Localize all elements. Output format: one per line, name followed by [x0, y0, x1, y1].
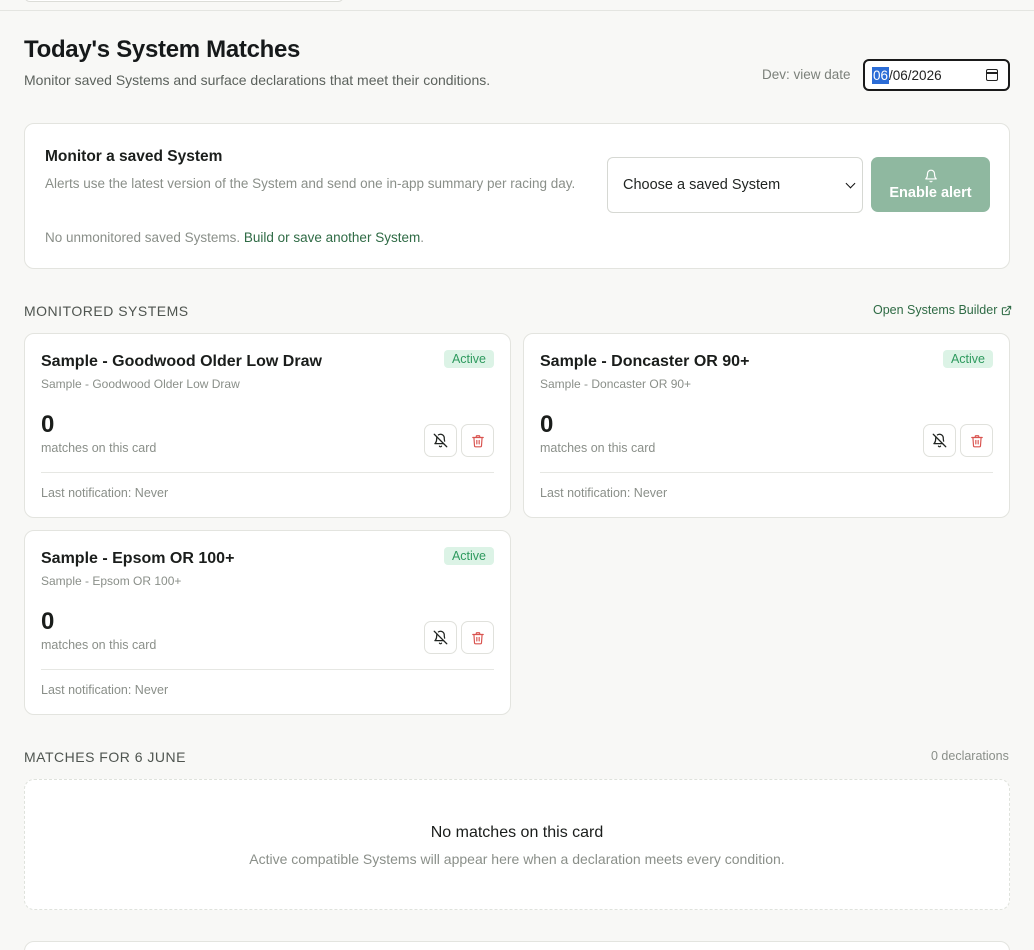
view-date-input[interactable]: 06/06/2026: [863, 59, 1010, 91]
monitor-title: Monitor a saved System: [45, 148, 223, 165]
delete-system-button[interactable]: [461, 424, 494, 457]
monitor-description: Alerts use the latest version of the Sys…: [45, 176, 576, 191]
dev-view-date-label: Dev: view date: [762, 67, 851, 82]
match-count-label: matches on this card: [41, 441, 157, 455]
disable-alert-button[interactable]: [424, 621, 457, 654]
date-day-segment[interactable]: 06: [872, 66, 890, 84]
trash-icon: [471, 631, 484, 644]
open-systems-builder-label: Open Systems Builder: [873, 303, 998, 317]
monitor-note: No unmonitored saved Systems. Build or s…: [45, 230, 424, 245]
status-badge: Active: [443, 547, 494, 565]
system-name: Sample - Goodwood Older Low Draw: [41, 353, 322, 370]
empty-state-subtitle: Active compatible Systems will appear he…: [249, 851, 785, 867]
chevron-down-icon: [845, 178, 856, 189]
system-name: Sample - Epsom OR 100+: [41, 550, 235, 567]
next-section-card: [24, 941, 1010, 950]
saved-system-select[interactable]: Choose a saved System: [607, 157, 863, 213]
system-card: Sample - Goodwood Older Low Draw Sample …: [24, 333, 511, 518]
bell-off-icon: [433, 433, 448, 448]
match-count: 0: [41, 411, 55, 438]
last-notification: Last notification: Never: [41, 486, 169, 500]
match-count-label: matches on this card: [41, 638, 157, 652]
monitor-system-card: Monitor a saved System Alerts use the la…: [24, 123, 1010, 269]
system-subtitle: Sample - Doncaster OR 90+: [540, 377, 692, 391]
system-card: Sample - Epsom OR 100+ Sample - Epsom OR…: [24, 530, 511, 715]
trash-icon: [970, 434, 983, 447]
match-count-label: matches on this card: [540, 441, 656, 455]
disable-alert-button[interactable]: [424, 424, 457, 457]
open-systems-builder-link[interactable]: Open Systems Builder: [873, 303, 1012, 317]
matches-empty-state: No matches on this card Active compatibl…: [24, 779, 1010, 910]
date-rest: /06/2026: [889, 67, 942, 83]
status-badge: Active: [942, 350, 993, 368]
system-card: Sample - Doncaster OR 90+ Sample - Donca…: [523, 333, 1010, 518]
build-system-link[interactable]: Build or save another System: [244, 230, 420, 245]
page-subtitle: Monitor saved Systems and surface declar…: [24, 72, 491, 88]
card-divider: [41, 669, 494, 670]
bell-icon: [924, 169, 937, 182]
match-count: 0: [41, 608, 55, 635]
match-count: 0: [540, 411, 554, 438]
card-divider: [540, 472, 993, 473]
disable-alert-button[interactable]: [923, 424, 956, 457]
empty-state-title: No matches on this card: [430, 824, 604, 841]
bell-off-icon: [433, 630, 448, 645]
system-name: Sample - Doncaster OR 90+: [540, 353, 750, 370]
system-subtitle: Sample - Goodwood Older Low Draw: [41, 377, 240, 391]
matches-heading: MATCHES FOR 6 JUNE: [24, 749, 186, 765]
monitor-note-text: No unmonitored saved Systems.: [45, 230, 241, 245]
bell-off-icon: [932, 433, 947, 448]
delete-system-button[interactable]: [960, 424, 993, 457]
enable-alert-button[interactable]: Enable alert: [871, 157, 990, 212]
saved-system-select-value: Choose a saved System: [623, 177, 781, 193]
top-search-field[interactable]: [24, 0, 344, 2]
external-link-icon: [1002, 305, 1012, 315]
delete-system-button[interactable]: [461, 621, 494, 654]
top-bar: [0, 0, 1034, 11]
monitored-systems-heading: MONITORED SYSTEMS: [24, 303, 189, 319]
trash-icon: [471, 434, 484, 447]
system-subtitle: Sample - Epsom OR 100+: [41, 574, 182, 588]
declarations-count: 0 declarations: [931, 749, 1009, 763]
last-notification: Last notification: Never: [540, 486, 668, 500]
page-title: Today's System Matches: [24, 36, 301, 63]
last-notification: Last notification: Never: [41, 683, 169, 697]
monitor-note-suffix: .: [420, 230, 424, 245]
calendar-icon[interactable]: [986, 69, 998, 81]
card-divider: [41, 472, 494, 473]
status-badge: Active: [443, 350, 494, 368]
enable-alert-label: Enable alert: [889, 184, 972, 201]
